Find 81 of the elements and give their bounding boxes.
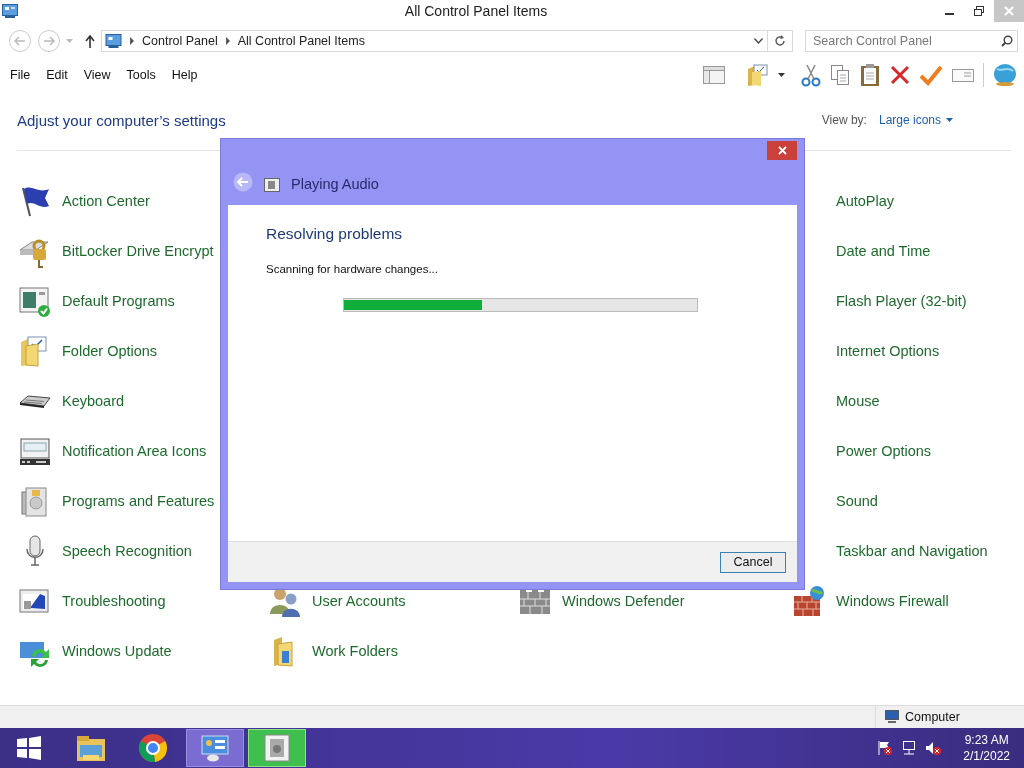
address-field[interactable]: Control Panel All Control Panel Items — [101, 30, 768, 52]
window-check-icon — [18, 284, 52, 318]
speaker-muted-icon[interactable] — [925, 740, 942, 756]
settings-item-link[interactable]: BitLocker Drive Encrypt — [62, 243, 214, 259]
breadcrumb-arrow-icon[interactable] — [225, 37, 230, 45]
delete-x-icon[interactable] — [889, 64, 911, 86]
settings-item-link[interactable]: Default Programs — [62, 293, 175, 309]
settings-item-link[interactable]: Power Options — [836, 443, 932, 459]
view-by-label: View by: — [821, 113, 867, 127]
brick-wall-icon — [792, 584, 826, 618]
menu-item[interactable]: Tools — [120, 68, 162, 82]
settings-item-link[interactable]: Speech Recognition — [62, 543, 192, 559]
settings-item-link[interactable]: Troubleshooting — [62, 593, 166, 609]
settings-item-link[interactable]: Windows Update — [62, 643, 172, 659]
location-label: Computer — [905, 710, 960, 724]
settings-item-link[interactable]: Windows Firewall — [836, 593, 949, 609]
dialog-title: Playing Audio — [291, 176, 379, 192]
back-arrow-icon — [14, 36, 26, 46]
control-panel-icon — [105, 33, 122, 49]
settings-item-link[interactable]: Windows Defender — [562, 593, 685, 609]
settings-item-link[interactable]: Notification Area Icons — [62, 443, 207, 459]
search-icon — [1001, 35, 1013, 47]
computer-icon — [884, 710, 900, 724]
dropdown-caret-icon[interactable] — [778, 73, 785, 77]
speaker-window-icon[interactable] — [262, 733, 292, 763]
minimize-icon — [944, 13, 954, 15]
restore-icon — [974, 6, 984, 16]
view-by-dropdown[interactable]: Large icons — [878, 113, 953, 127]
settings-item-link[interactable]: Flash Player (32-bit) — [836, 293, 967, 309]
clipboard-icon[interactable] — [859, 63, 881, 87]
flag-alert-icon[interactable] — [877, 740, 894, 756]
menu-item[interactable]: Help — [165, 68, 204, 82]
settings-item-link[interactable]: Internet Options — [836, 343, 940, 359]
layout-pane-icon[interactable] — [702, 64, 726, 86]
settings-item-link[interactable]: User Accounts — [312, 593, 406, 609]
checkmark-icon[interactable] — [919, 64, 943, 86]
settings-item-link[interactable]: Work Folders — [312, 643, 398, 659]
close-icon — [1004, 6, 1014, 16]
settings-item-link[interactable]: Programs and Features — [62, 493, 215, 509]
clock-date[interactable]: 2/1/2022 — [963, 748, 1010, 764]
breadcrumb-link[interactable]: Control Panel — [142, 34, 218, 48]
search-field[interactable]: Search Control Panel — [805, 30, 1018, 52]
settings-item-link[interactable]: Action Center — [62, 193, 150, 209]
settings-item-link[interactable]: AutoPlay — [836, 193, 895, 209]
folder-icon[interactable] — [75, 733, 107, 763]
windows-logo-icon[interactable] — [16, 735, 42, 761]
settings-item-link[interactable]: Folder Options — [62, 343, 158, 359]
scissors-icon[interactable] — [801, 63, 821, 87]
control-panel-icon[interactable] — [200, 733, 230, 763]
close-icon — [777, 146, 787, 155]
cancel-button[interactable]: Cancel — [720, 551, 786, 573]
settings-item-link[interactable]: Sound — [836, 493, 878, 509]
menu-item[interactable]: View — [77, 68, 117, 82]
forward-arrow-icon — [43, 36, 55, 46]
refresh-icon — [774, 35, 786, 47]
settings-item-link[interactable]: Mouse — [836, 393, 880, 409]
up-arrow-icon[interactable] — [85, 34, 95, 48]
copy-icon[interactable] — [829, 63, 851, 87]
dialog-heading: Resolving problems — [266, 225, 404, 243]
globe-icon[interactable] — [992, 63, 1018, 87]
back-button[interactable] — [233, 172, 253, 192]
caret-icon — [946, 118, 953, 122]
refresh-button[interactable] — [768, 30, 793, 52]
clock-time[interactable]: 9:23 AM — [964, 732, 1009, 748]
dropdown-caret-icon[interactable] — [754, 38, 763, 44]
menu-item[interactable]: Edit — [40, 68, 74, 82]
close-button[interactable] — [767, 141, 797, 160]
menu-item[interactable]: File — [4, 68, 37, 82]
speaker-window-icon — [264, 178, 280, 192]
network-icon[interactable] — [901, 740, 918, 756]
window-title: All Control Panel Items — [403, 3, 549, 19]
browser-icon[interactable] — [138, 733, 168, 763]
search-input[interactable]: Search Control Panel — [813, 34, 1001, 48]
breadcrumb-link[interactable]: All Control Panel Items — [237, 34, 365, 48]
settings-item-link[interactable]: Keyboard — [62, 393, 125, 409]
page-heading: Adjust your computer’s settings — [17, 111, 226, 129]
folder-check-icon[interactable] — [746, 63, 770, 87]
status-text: Scanning for hardware changes... — [266, 263, 439, 275]
settings-item-link[interactable]: Date and Time — [836, 243, 931, 259]
breadcrumb-arrow-icon[interactable] — [130, 37, 134, 45]
settings-item-link[interactable]: Taskbar and Navigation — [836, 543, 988, 559]
